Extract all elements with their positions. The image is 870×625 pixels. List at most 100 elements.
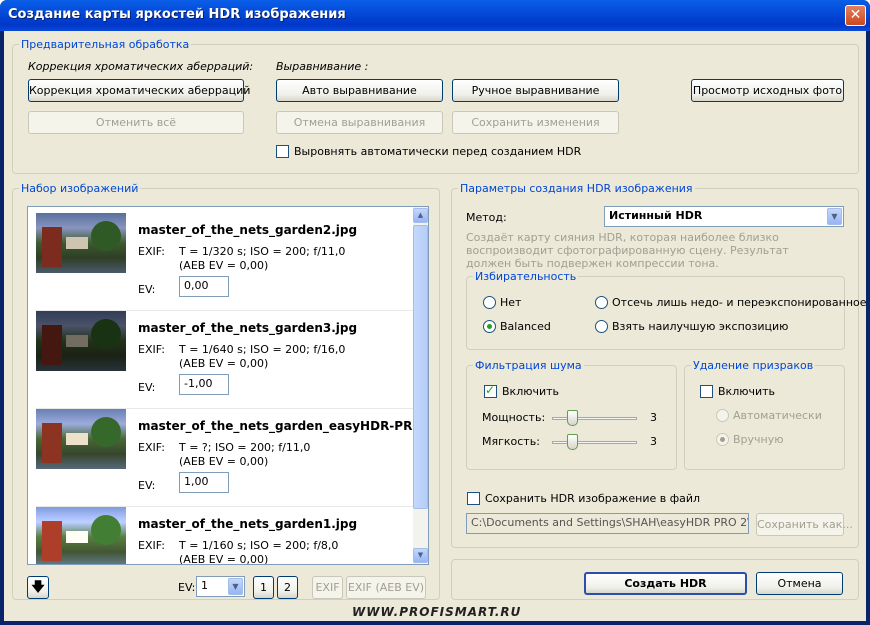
image-list[interactable]: master_of_the_nets_garden2.jpg EXIF: T =… (27, 206, 429, 565)
scroll-thumb[interactable] (413, 225, 428, 509)
chroma-label: Коррекция хроматических аберраций: (28, 60, 254, 73)
dialog-client: Предварительная обработка Коррекция хром… (4, 31, 867, 621)
create-hdr-button[interactable]: Создать HDR (584, 572, 747, 595)
aeb-value: (AEB EV = 0,00) (179, 259, 269, 272)
ev-select-value: 1 (201, 579, 208, 592)
image-thumbnail (36, 409, 126, 469)
close-button[interactable]: ✕ (845, 5, 866, 26)
ghost-manual-radio[interactable] (716, 433, 729, 446)
selectivity-best-label: Взять наилучшую экспозицию (612, 320, 789, 333)
image-name: master_of_the_nets_garden2.jpg (138, 223, 358, 237)
exif-value: T = 1/640 s; ISO = 200; f/16,0 (179, 343, 346, 356)
hdr-params-group: Параметры создания HDR изображения Метод… (451, 182, 867, 548)
noise-enable-checkbox[interactable] (484, 383, 497, 398)
ev-input[interactable]: -1,00 (179, 374, 229, 395)
auto-align-checkbox[interactable] (276, 145, 289, 158)
chevron-down-icon: ▼ (228, 578, 243, 595)
chevron-down-icon: ▼ (827, 208, 842, 225)
auto-align-button[interactable]: Авто выравнивание (276, 79, 443, 102)
save-changes-button[interactable]: Сохранить изменения (452, 111, 619, 134)
cancel-button[interactable]: Отмена (756, 572, 843, 595)
image-thumbnail (36, 311, 126, 371)
ev-label: EV: (138, 479, 156, 492)
align-label: Выравнивание : (276, 60, 369, 73)
exif-value: T = ?; ISO = 200; f/11,0 (179, 441, 311, 454)
image-thumbnail (36, 507, 126, 564)
scroll-up-button[interactable]: ▲ (413, 208, 428, 223)
selectivity-group-label: Избирательность (473, 270, 579, 283)
list-item[interactable]: master_of_the_nets_garden2.jpg EXIF: T =… (36, 213, 414, 311)
hdr-params-group-label: Параметры создания HDR изображения (458, 182, 695, 195)
list-item[interactable]: master_of_the_nets_garden_easyHDR-PRO-2 … (36, 409, 414, 507)
save-hdr-label: Сохранить HDR изображение в файл (485, 492, 701, 505)
manual-align-button[interactable]: Ручное выравнивание (452, 79, 619, 102)
page-2-button[interactable]: 2 (277, 576, 298, 599)
image-set-group: Набор изображений master_of_the_nets_gar… (12, 182, 440, 600)
sort-button[interactable]: 🡇 (27, 576, 49, 599)
ev-input[interactable]: 1,00 (179, 472, 229, 493)
softness-slider-track[interactable] (552, 441, 637, 444)
aeb-value: (AEB EV = 0,00) (179, 553, 269, 564)
selectivity-best-radio[interactable] (595, 320, 608, 333)
noise-group: Фильтрация шума Включить Мощность: 3 Мяг… (466, 359, 677, 470)
image-name: master_of_the_nets_garden1.jpg (138, 517, 358, 531)
ev-input[interactable]: 0,00 (179, 276, 229, 297)
page-1-button[interactable]: 1 (253, 576, 274, 599)
chroma-correction-button[interactable]: Коррекция хроматических аберраций (28, 79, 250, 102)
image-thumbnail (36, 213, 126, 273)
selectivity-balanced-radio[interactable] (483, 320, 496, 333)
ev-label: EV: (138, 381, 156, 394)
watermark: WWW.PROFISMART.RU (352, 605, 522, 619)
selectivity-group: Избирательность Нет Balanced Отсечь лишь… (466, 270, 867, 350)
method-select-value: Истинный HDR (609, 209, 703, 222)
save-hdr-checkbox[interactable] (467, 492, 480, 505)
method-description: Создаёт карту сияния HDR, которая наибол… (466, 231, 789, 270)
strength-label: Мощность: (482, 411, 546, 424)
auto-align-checkbox-label: Выровнять автоматически перед созданием … (294, 145, 582, 158)
list-item[interactable]: master_of_the_nets_garden1.jpg EXIF: T =… (36, 507, 414, 564)
softness-label: Мягкость: (482, 435, 540, 448)
ghost-enable-checkbox[interactable] (700, 385, 713, 398)
noise-enable-label: Включить (502, 385, 560, 398)
selectivity-none-radio[interactable] (483, 296, 496, 309)
softness-slider-handle[interactable] (567, 434, 578, 450)
selectivity-balanced-label: Balanced (500, 320, 551, 333)
strength-slider-handle[interactable] (567, 410, 578, 426)
ghost-auto-radio[interactable] (716, 409, 729, 422)
exif-label: EXIF: (138, 441, 165, 454)
title-bar[interactable]: Создание карты яркостей HDR изображения … (0, 0, 870, 31)
exif-value: T = 1/320 s; ISO = 200; f/11,0 (179, 245, 346, 258)
window-title: Создание карты яркостей HDR изображения (8, 7, 346, 22)
softness-value: 3 (650, 435, 657, 448)
ghost-group-label: Удаление призраков (691, 359, 816, 372)
strength-slider-track[interactable] (552, 417, 637, 420)
preprocessing-group-label: Предварительная обработка (19, 38, 192, 51)
ev-select[interactable]: 1 ▼ (196, 576, 245, 597)
aeb-value: (AEB EV = 0,00) (179, 455, 269, 468)
preprocessing-group: Предварительная обработка Коррекция хром… (12, 38, 859, 174)
exif-value: T = 1/160 s; ISO = 200; f/8,0 (179, 539, 339, 552)
ghost-enable-label: Включить (718, 385, 776, 398)
image-name: master_of_the_nets_garden_easyHDR-PRO-2 (138, 419, 414, 433)
save-path-field[interactable]: C:\Documents and Settings\SHAH\easyHDR P… (466, 513, 749, 534)
aeb-value: (AEB EV = 0,00) (179, 357, 269, 370)
exif-aeb-button[interactable]: EXIF (AEB EV) (346, 576, 426, 599)
selectivity-none-label: Нет (500, 296, 522, 309)
list-scrollbar[interactable]: ▲ ▼ (413, 207, 428, 564)
exif-button[interactable]: EXIF (312, 576, 343, 599)
selectivity-overunder-radio[interactable] (595, 296, 608, 309)
save-as-button[interactable]: Сохранить как... (756, 513, 853, 536)
cancel-all-button[interactable]: Отменить всё (28, 111, 244, 134)
method-select[interactable]: Истинный HDR ▼ (604, 206, 844, 227)
image-set-group-label: Набор изображений (19, 182, 141, 195)
ghost-group: Удаление призраков Включить Автоматическ… (684, 359, 845, 470)
exif-label: EXIF: (138, 539, 165, 552)
undo-align-button[interactable]: Отмена выравнивания (276, 111, 443, 134)
list-item[interactable]: master_of_the_nets_garden3.jpg EXIF: T =… (36, 311, 414, 409)
scroll-down-button[interactable]: ▼ (413, 548, 428, 563)
image-name: master_of_the_nets_garden3.jpg (138, 321, 358, 335)
preview-sources-button[interactable]: Просмотр исходных фото (691, 79, 844, 102)
selectivity-overunder-label: Отсечь лишь недо- и переэкспонированное (612, 296, 867, 309)
hdr-dialog-window: Создание карты яркостей HDR изображения … (0, 0, 870, 625)
ghost-manual-label: Вручную (733, 433, 784, 446)
